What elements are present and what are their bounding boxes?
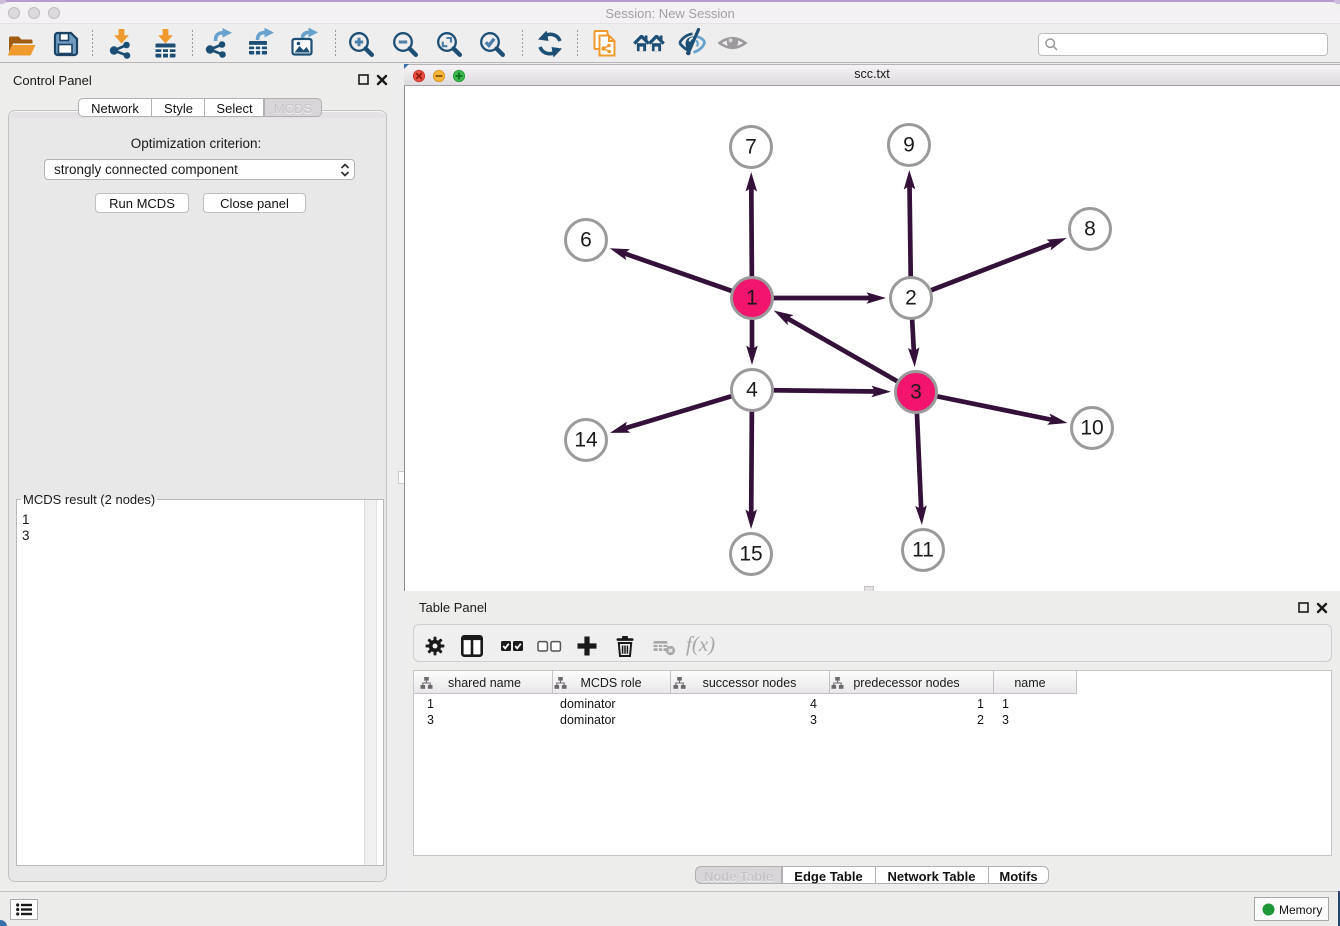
svg-text:4: 4 [746,379,758,402]
svg-text:9: 9 [903,134,915,157]
svg-text:10: 10 [1080,417,1103,440]
svg-text:3: 3 [910,381,922,404]
svg-text:14: 14 [574,429,598,452]
svg-text:11: 11 [912,539,934,562]
svg-text:2: 2 [905,287,917,310]
svg-text:1: 1 [746,287,758,310]
svg-text:8: 8 [1084,218,1096,241]
svg-text:15: 15 [739,543,762,566]
svg-text:7: 7 [745,136,757,159]
svg-text:6: 6 [580,229,592,252]
